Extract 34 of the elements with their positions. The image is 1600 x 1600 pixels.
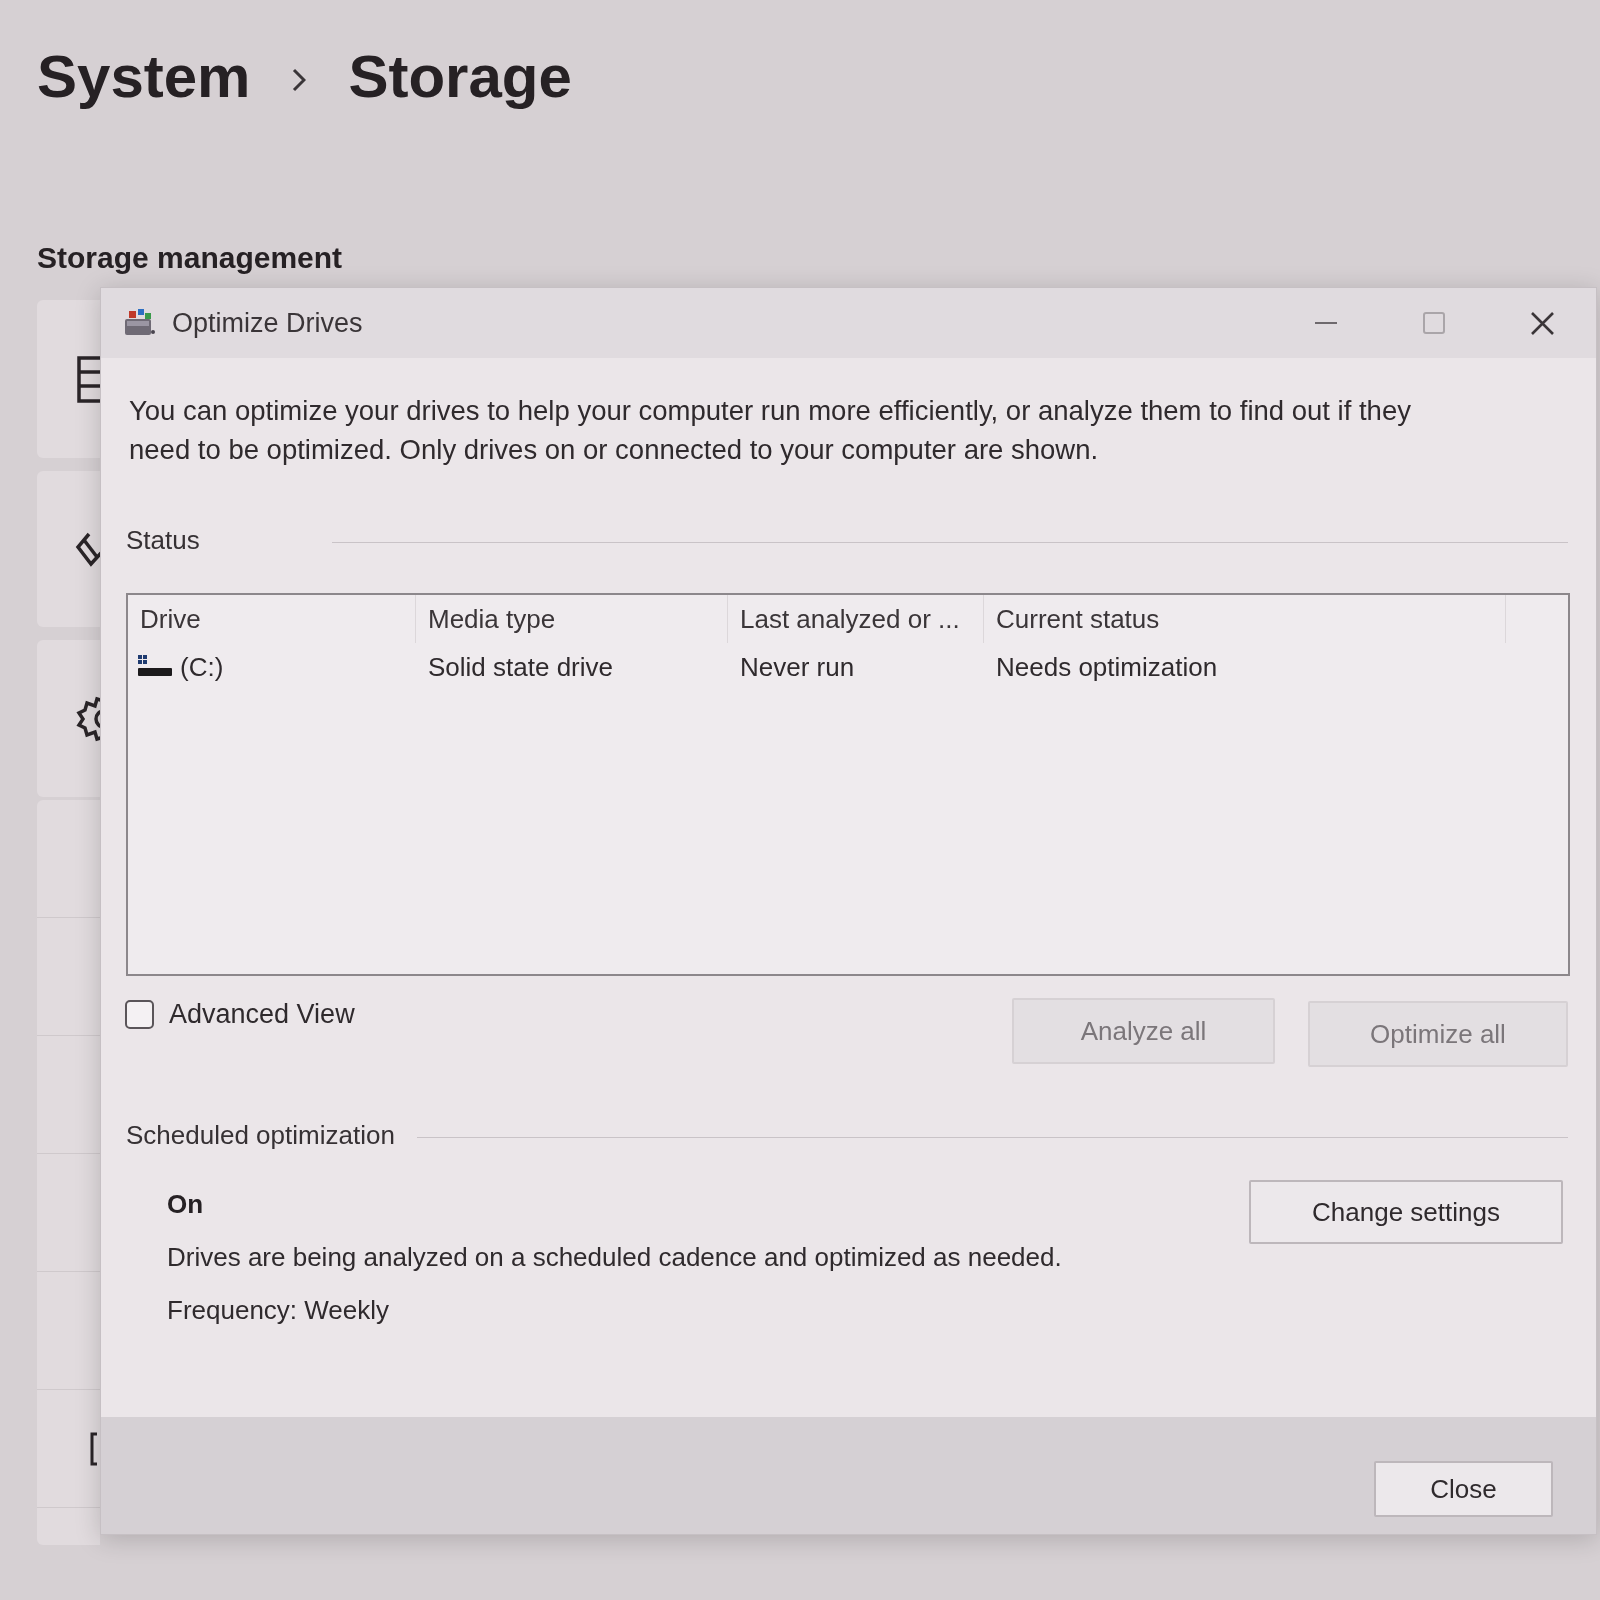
- column-header[interactable]: Current status: [984, 595, 1506, 643]
- settings-card[interactable]: [37, 640, 100, 797]
- column-header[interactable]: Last analyzed or ...: [728, 595, 984, 643]
- section-title: Storage management: [37, 240, 343, 276]
- settings-card[interactable]: [37, 471, 100, 627]
- window-title: Optimize Drives: [172, 307, 363, 339]
- eraser-icon: [75, 531, 100, 567]
- column-header[interactable]: Drive: [128, 595, 416, 643]
- change-settings-button[interactable]: Change settings: [1249, 1180, 1563, 1244]
- table-cell-text: Needs optimization: [995, 651, 1219, 683]
- close-button[interactable]: Close: [1374, 1461, 1553, 1517]
- checkbox[interactable]: [125, 1000, 154, 1029]
- frequency-text: Frequency: Weekly: [167, 1294, 390, 1327]
- table-cell-text: Solid state drive: [427, 651, 614, 683]
- chevron-right-icon: [292, 68, 307, 92]
- group-label: Scheduled optimization: [126, 1120, 395, 1150]
- drive-icon: [138, 655, 172, 679]
- bracket-icon: [90, 1431, 98, 1466]
- group-label: Status: [126, 525, 201, 555]
- breadcrumb-item[interactable]: System: [37, 41, 251, 113]
- stacked-bars-icon: [75, 354, 100, 404]
- schedule-state: On: [167, 1188, 204, 1221]
- minimize-icon: [1315, 322, 1337, 324]
- settings-card[interactable]: [37, 300, 100, 458]
- schedule-description: Drives are being analyzed on a scheduled cadence and optimized as needed.: [167, 1241, 1062, 1274]
- close-icon: [1530, 311, 1554, 335]
- table-cell: (C:): [180, 651, 224, 683]
- description-text: You can optimize your drives to help your computer run more efficiently, or analyze them to find out if they need to be optimized. Only drives on or connected to your computer are shown.: [129, 394, 1412, 467]
- table-cell-text: Never run: [739, 651, 856, 683]
- checkbox-label[interactable]: Advanced View: [169, 999, 355, 1030]
- maximize-icon: [1423, 312, 1445, 334]
- column-header[interactable]: Media type: [416, 595, 728, 643]
- gear-icon: [75, 694, 100, 743]
- breadcrumb-item: Storage: [348, 42, 572, 112]
